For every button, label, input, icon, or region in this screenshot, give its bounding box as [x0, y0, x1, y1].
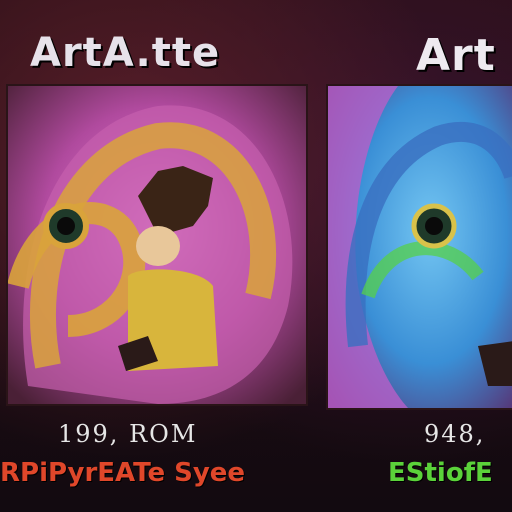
- poster-subtitle: RPiPyrEATe Syee: [0, 458, 246, 488]
- artwork-illustration: [328, 86, 512, 408]
- poster-panel-left: ArtA.tte 199, ROM RPiPyrEATe Syee: [0, 0, 315, 512]
- poster-panel-right: Art 948, EStiofE: [326, 0, 512, 512]
- artwork-illustration: [8, 86, 306, 404]
- poster-caption: 199, ROM: [58, 420, 198, 448]
- poster-title: Art: [416, 30, 496, 81]
- poster-caption: 948,: [424, 420, 486, 448]
- poster-artwork: [6, 84, 308, 406]
- poster-subtitle: EStiofE: [388, 458, 493, 488]
- poster-artwork: [326, 84, 512, 410]
- poster-title: ArtA.tte: [30, 30, 221, 76]
